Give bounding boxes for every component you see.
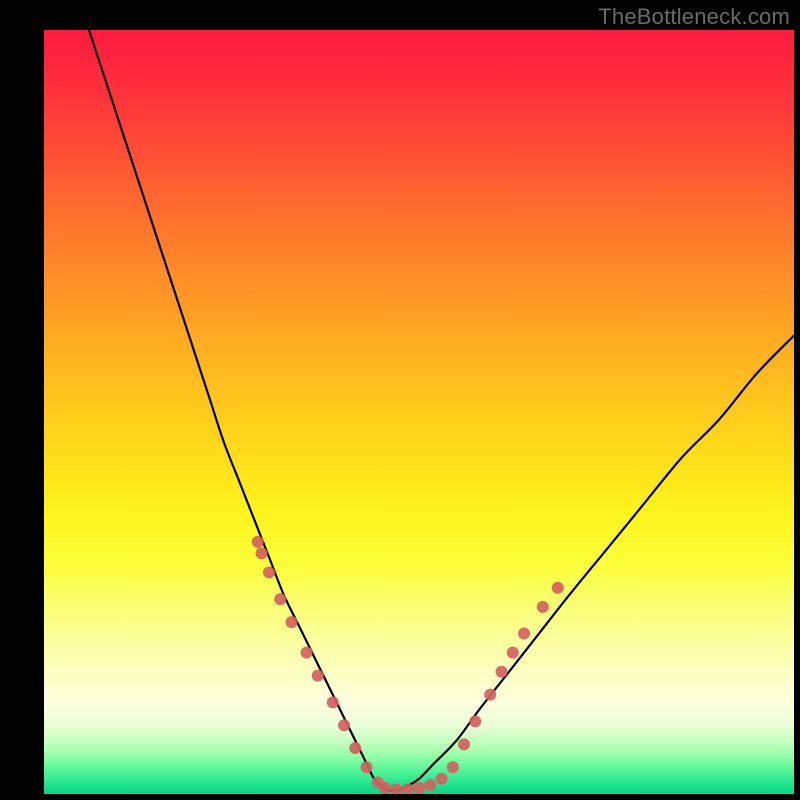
data-marker bbox=[274, 593, 286, 605]
data-marker bbox=[391, 783, 403, 794]
data-marker bbox=[552, 582, 564, 594]
data-marker bbox=[518, 628, 530, 640]
data-marker bbox=[484, 689, 496, 701]
data-marker bbox=[507, 647, 519, 659]
data-marker bbox=[469, 715, 481, 727]
data-marker bbox=[379, 782, 391, 794]
chart-svg bbox=[44, 30, 794, 794]
watermark-text: TheBottleneck.com bbox=[598, 4, 790, 30]
curve-path bbox=[89, 30, 794, 791]
plot-area bbox=[44, 30, 794, 794]
data-marker bbox=[286, 616, 298, 628]
data-markers bbox=[252, 536, 564, 794]
data-marker bbox=[252, 536, 264, 548]
chart-frame: TheBottleneck.com bbox=[0, 0, 800, 800]
data-marker bbox=[402, 783, 414, 794]
data-marker bbox=[338, 719, 350, 731]
data-marker bbox=[496, 666, 508, 678]
data-marker bbox=[447, 761, 459, 773]
data-marker bbox=[327, 696, 339, 708]
data-marker bbox=[312, 670, 324, 682]
data-marker bbox=[361, 761, 373, 773]
data-marker bbox=[424, 779, 436, 791]
data-marker bbox=[263, 566, 275, 578]
bottleneck-curve bbox=[89, 30, 794, 791]
data-marker bbox=[256, 547, 268, 559]
data-marker bbox=[458, 738, 470, 750]
data-marker bbox=[537, 601, 549, 613]
data-marker bbox=[413, 782, 425, 794]
data-marker bbox=[349, 742, 361, 754]
data-marker bbox=[301, 647, 313, 659]
data-marker bbox=[436, 773, 448, 785]
